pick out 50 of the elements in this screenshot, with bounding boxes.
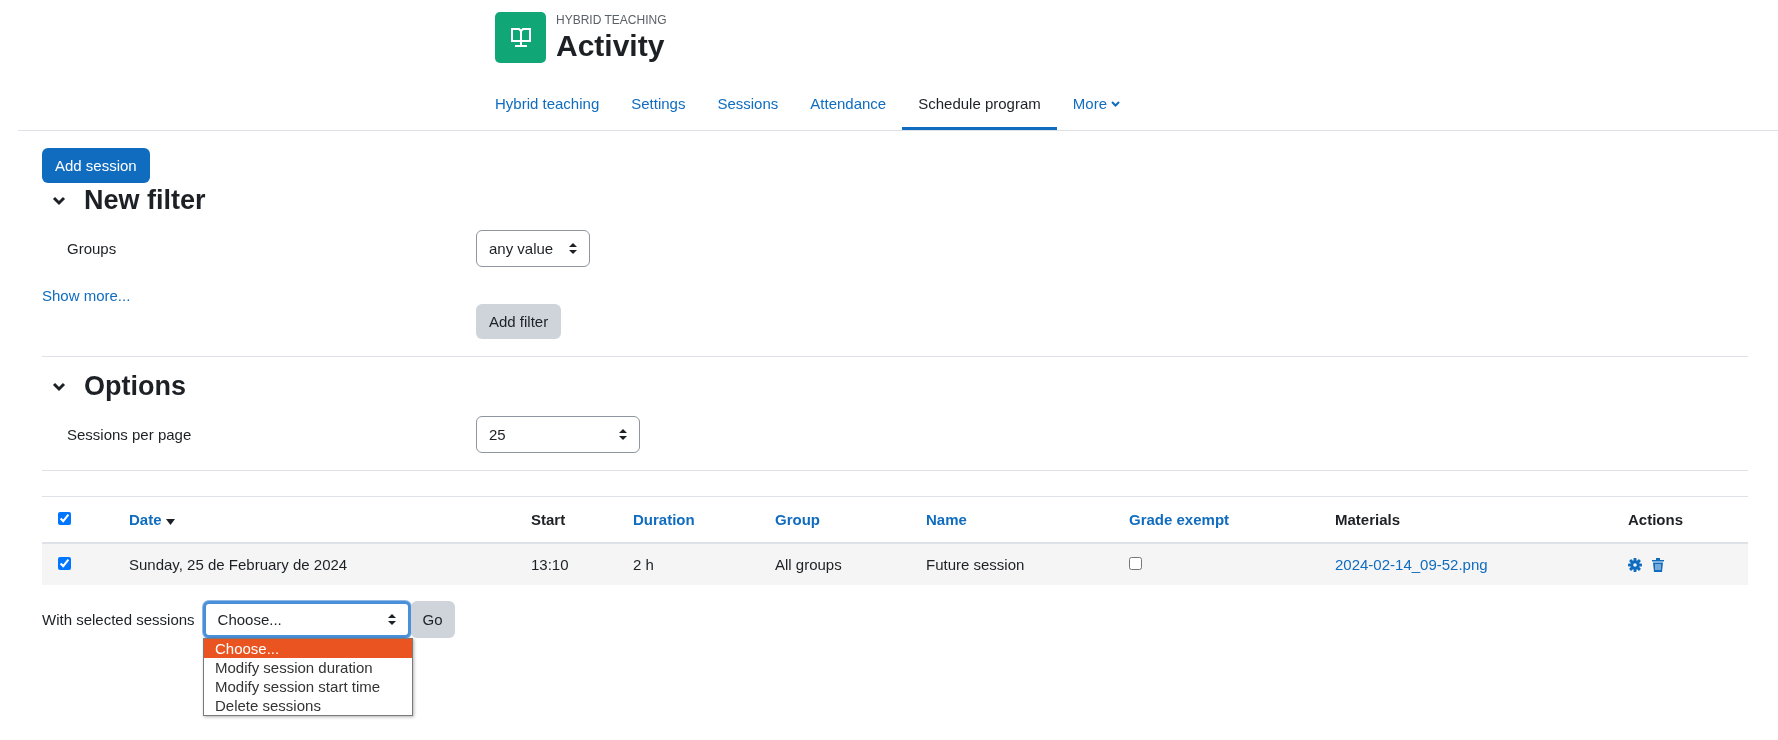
column-header[interactable]: Duration — [633, 511, 695, 528]
add-session-button[interactable]: Add session — [42, 148, 150, 183]
nav-tab[interactable]: Schedule program — [902, 83, 1057, 130]
grade-exempt-checkbox[interactable] — [1129, 557, 1142, 570]
row-checkbox[interactable] — [58, 557, 71, 570]
nav-tab[interactable]: Attendance — [794, 83, 903, 130]
dropdown-option[interactable]: Choose... — [204, 639, 412, 658]
section-heading: Options — [84, 371, 186, 402]
show-more-link[interactable]: Show more... — [42, 287, 131, 304]
nav-tab[interactable]: More — [1056, 83, 1136, 130]
select-all-checkbox[interactable] — [58, 512, 71, 525]
column-header: Actions — [1628, 511, 1683, 528]
dropdown-option[interactable]: Delete sessions — [204, 696, 412, 715]
select-arrows-icon — [619, 429, 627, 440]
dropdown-option[interactable]: Modify session duration — [204, 658, 412, 677]
select-arrows-icon — [387, 614, 396, 625]
date-cell: Sunday, 25 de February de 2024 — [129, 556, 348, 573]
column-header[interactable]: Grade exempt — [1129, 511, 1230, 528]
column-header: Materials — [1335, 511, 1401, 528]
column-header[interactable]: Name — [926, 511, 967, 528]
start-cell: 13:10 — [531, 556, 569, 573]
duration-cell: 2 h — [633, 556, 654, 573]
activity-category: HYBRID TEACHING — [556, 12, 667, 27]
collapse-chevron-icon[interactable] — [52, 195, 66, 206]
dropdown-option[interactable]: Modify session start time — [204, 677, 412, 696]
activity-icon — [495, 12, 546, 63]
group-cell: All groups — [775, 556, 842, 573]
field-label: Groups — [66, 240, 118, 257]
nav-tab[interactable]: Settings — [615, 83, 702, 130]
go-button[interactable]: Go — [410, 601, 455, 638]
section-heading: New filter — [84, 185, 206, 216]
nav-tab[interactable]: Hybrid teaching — [479, 83, 616, 130]
select-arrows-icon — [569, 243, 578, 254]
select-field[interactable]: 25 — [476, 416, 640, 453]
sort-descending-icon — [165, 519, 175, 525]
settings-icon[interactable] — [1628, 557, 1642, 572]
bulk-action-label: With selected sessions — [42, 611, 195, 628]
collapse-chevron-icon[interactable] — [52, 381, 66, 392]
delete-icon[interactable] — [1652, 557, 1664, 572]
page-title: Activity — [556, 28, 666, 63]
select-field[interactable]: any value — [476, 230, 591, 267]
add-filter-button[interactable]: Add filter — [476, 304, 562, 339]
column-header[interactable]: Date — [129, 511, 162, 528]
nav-tab[interactable]: Sessions — [701, 83, 795, 130]
caret-icon — [1111, 100, 1120, 107]
name-cell: Future session — [926, 556, 1025, 573]
field-label: Sessions per page — [66, 426, 193, 443]
column-header[interactable]: Group — [775, 511, 820, 528]
column-header: Start — [531, 511, 566, 528]
bulk-action-select[interactable]: Choose... — [202, 601, 411, 638]
